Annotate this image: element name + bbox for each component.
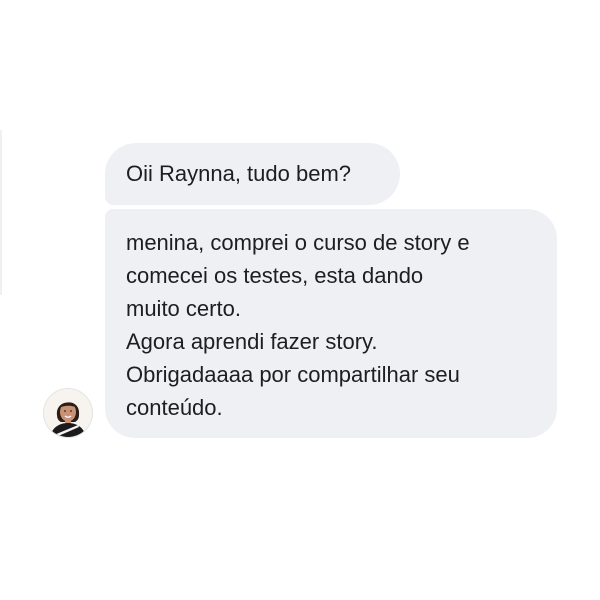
left-edge-divider [0,130,2,295]
avatar-photo [44,389,92,437]
message-bubble: menina, comprei o curso de story e comec… [105,209,557,438]
sender-avatar[interactable] [44,389,92,437]
message-bubble: Oii Raynna, tudo bem? [105,143,400,205]
